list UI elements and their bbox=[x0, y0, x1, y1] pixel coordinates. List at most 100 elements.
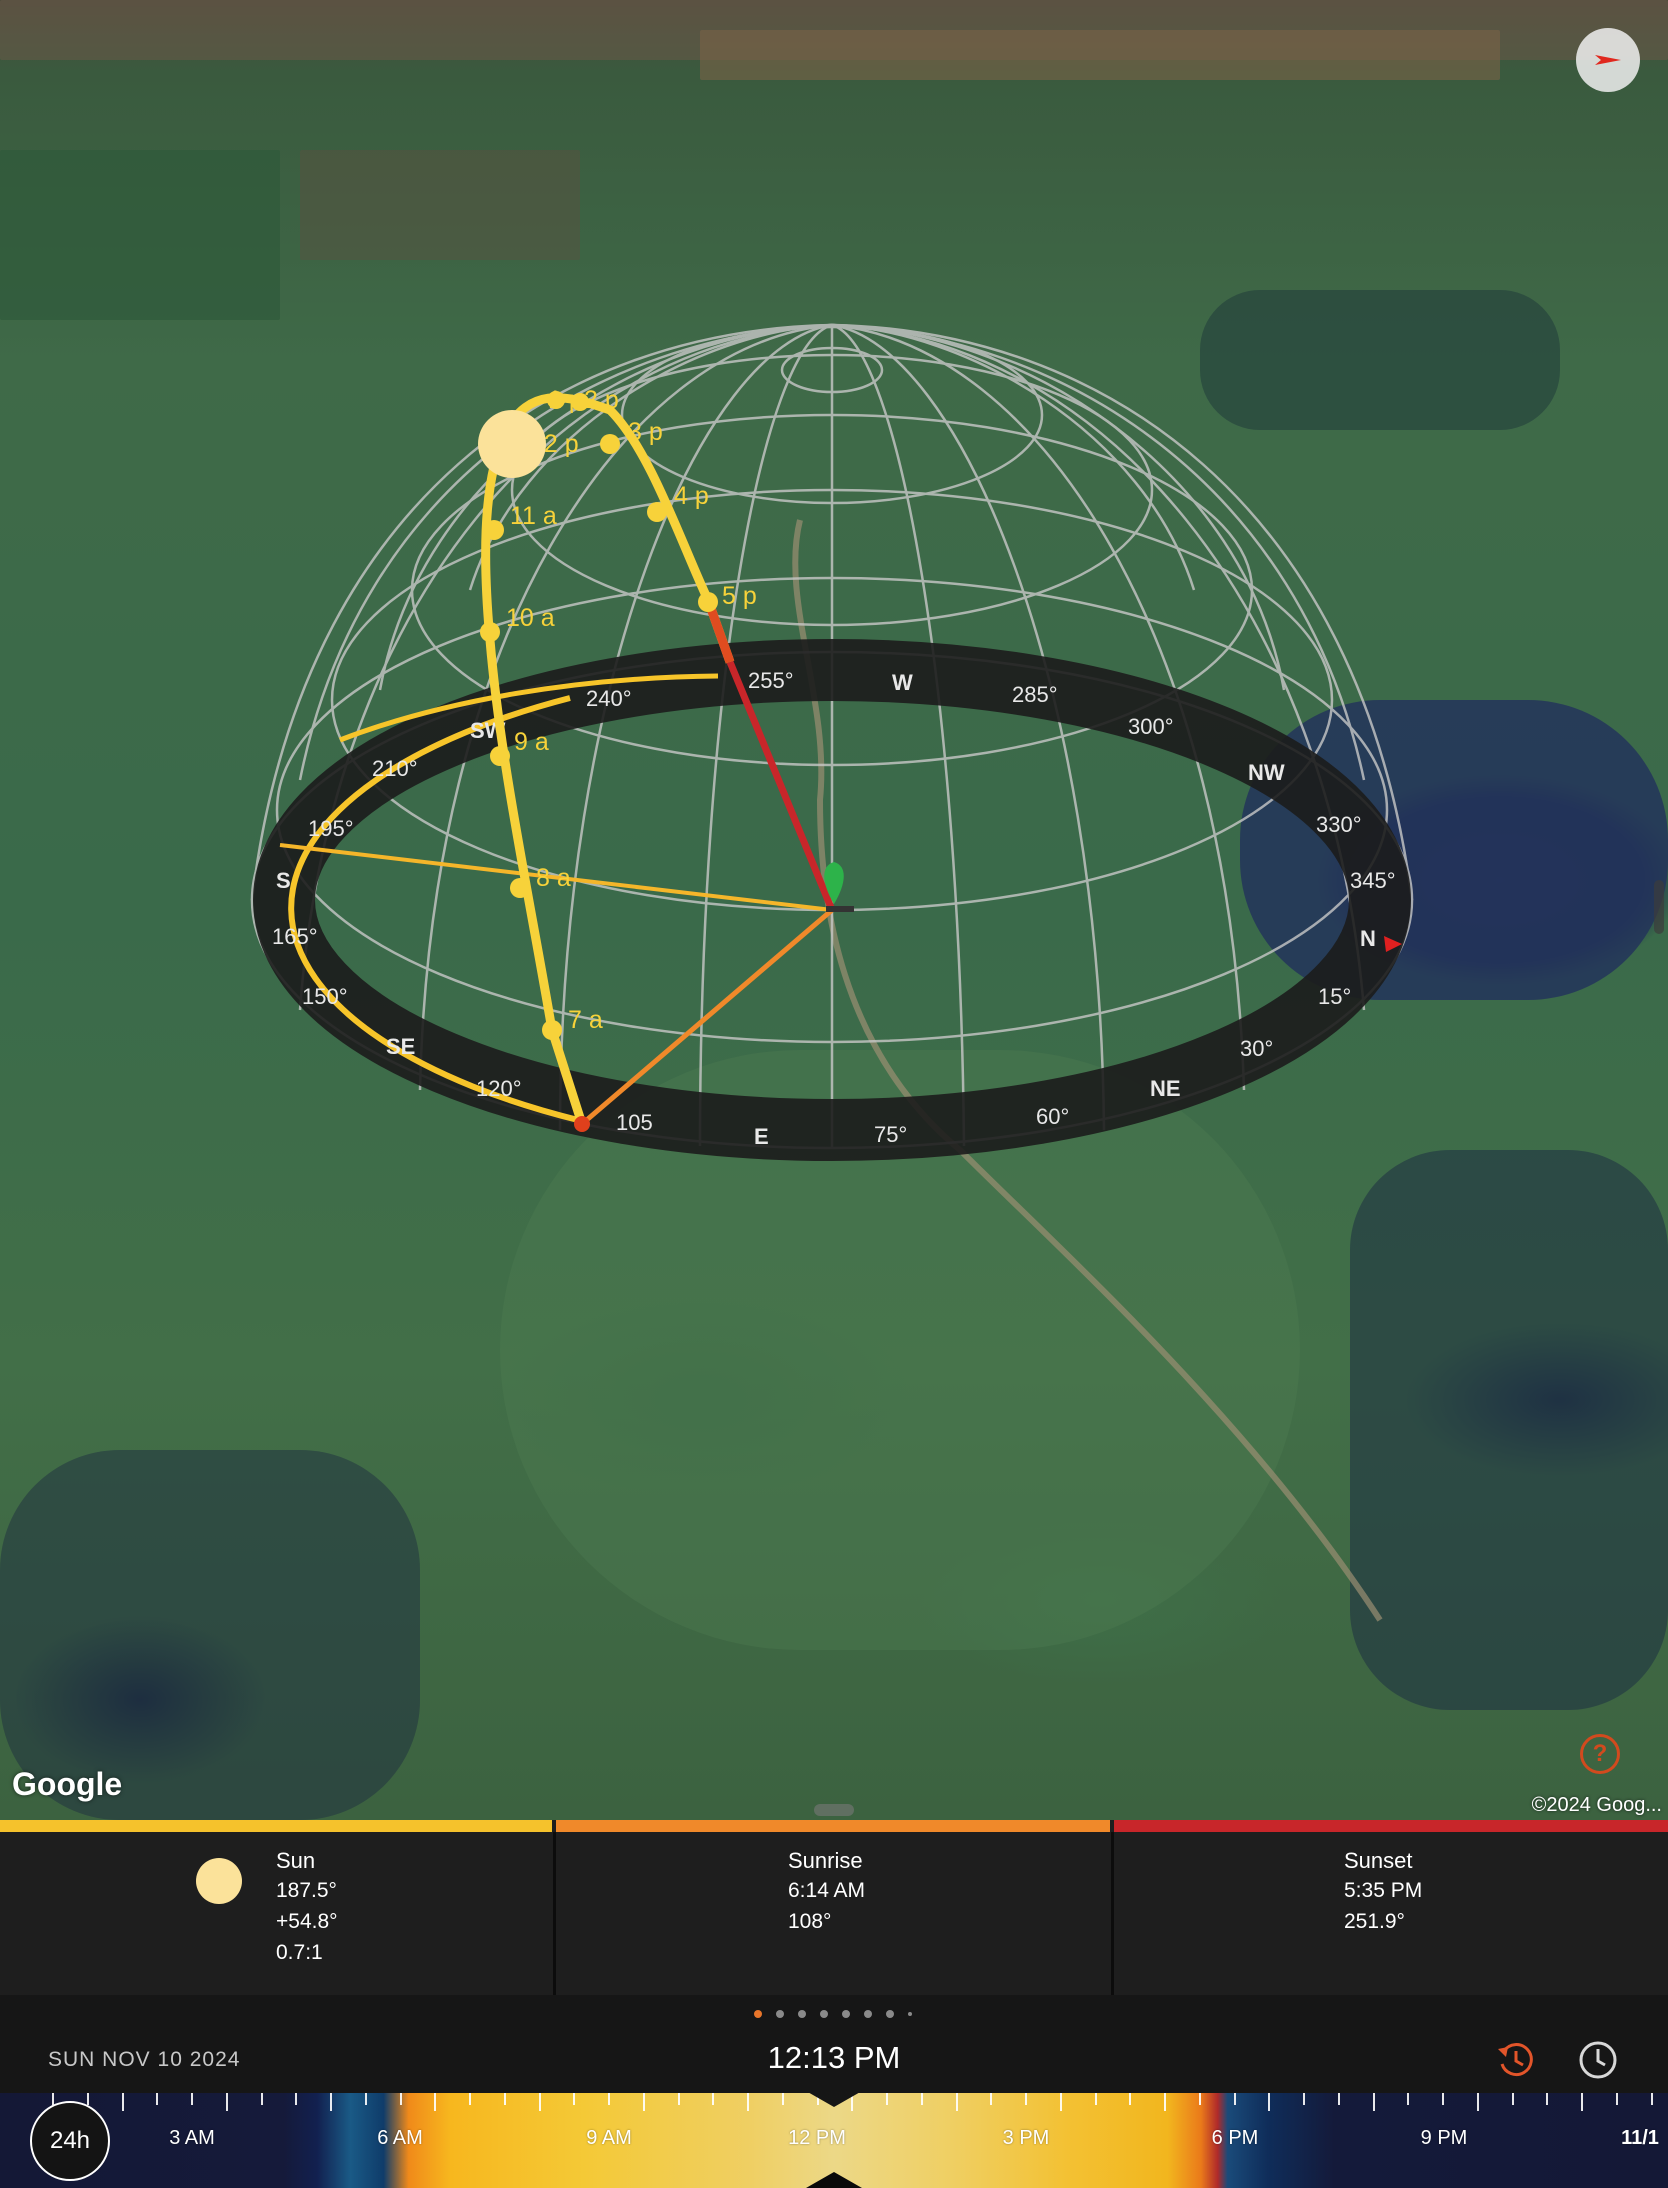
hour-label: 10 a bbox=[506, 604, 555, 632]
sunrise-color-bar bbox=[556, 1820, 1110, 1832]
timeline-label: 9 AM bbox=[586, 2127, 632, 2149]
hour-label: 4 p bbox=[674, 482, 709, 510]
compass-label: NW bbox=[1248, 760, 1285, 785]
satellite-map[interactable]: 255° W 285° 300° NW 330° 345° N 15° 30° … bbox=[0, 0, 1668, 1820]
shadow-ratio: 0.7:1 bbox=[276, 1941, 323, 1964]
timeline-tick bbox=[1511, 2093, 1514, 2105]
timeline-tick bbox=[86, 2093, 89, 2105]
timeline-tick bbox=[1025, 2093, 1027, 2105]
compass-label: 165° bbox=[272, 924, 318, 949]
clock-icon bbox=[1579, 2041, 1617, 2079]
hour-label: 1 p bbox=[548, 386, 583, 414]
compass-label: 210° bbox=[372, 756, 418, 781]
timeline-tick bbox=[156, 2093, 159, 2105]
timeline-tick bbox=[1337, 2093, 1340, 2105]
page-dot bbox=[820, 2010, 828, 2018]
reset-time-button[interactable] bbox=[1494, 2038, 1538, 2082]
timeline-tick bbox=[677, 2093, 680, 2105]
timeline-tick bbox=[1476, 2093, 1479, 2111]
timeline-tick bbox=[1303, 2093, 1305, 2105]
sun-icon bbox=[196, 1858, 242, 1904]
timeline-label: 6 PM bbox=[1211, 2127, 1259, 2149]
sun-seeker-app: 255° W 285° 300° NW 330° 345° N 15° 30° … bbox=[0, 0, 1668, 2188]
hour-label: 9 a bbox=[514, 728, 549, 756]
sun-info-card[interactable]: Sun 187.5° +54.8° 0.7:1 bbox=[0, 1832, 556, 1995]
compass-label: 300° bbox=[1128, 714, 1174, 739]
timeline-label: 6 AM bbox=[377, 2127, 423, 2149]
page-dot bbox=[754, 2010, 762, 2018]
timeline-tick bbox=[1059, 2093, 1062, 2111]
compass-label: 195° bbox=[308, 816, 354, 841]
sun-path-overlay: 255° W 285° 300° NW 330° 345° N 15° 30° … bbox=[250, 323, 1414, 1622]
direction-button[interactable] bbox=[1576, 28, 1640, 92]
sunrise-info-card[interactable]: Sunrise 6:14 AM 108° bbox=[556, 1832, 1114, 1995]
timeline-tick bbox=[191, 2093, 193, 2105]
timeline-tick bbox=[886, 2093, 888, 2105]
page-dot bbox=[798, 2010, 806, 2018]
timeline-tick bbox=[1372, 2093, 1375, 2111]
page-dot bbox=[908, 2012, 912, 2016]
compass-label: 150° bbox=[302, 984, 348, 1009]
sun-elevation: +54.8° bbox=[276, 1910, 338, 1933]
timeline-tick bbox=[538, 2093, 541, 2111]
sun-title: Sun bbox=[276, 1848, 316, 1873]
compass-label: SE bbox=[386, 1034, 415, 1059]
timeline-label: 12 PM bbox=[788, 2127, 846, 2149]
timeline-tick bbox=[1164, 2093, 1166, 2111]
sunrise-time: 6:14 AM bbox=[788, 1879, 866, 1902]
clock-button[interactable] bbox=[1576, 2038, 1620, 2082]
navigation-arrow-icon bbox=[1595, 55, 1621, 65]
sunrise-point bbox=[574, 1116, 590, 1132]
hour-label: 5 p bbox=[722, 582, 757, 610]
timeline-tick bbox=[364, 2093, 367, 2105]
timeline-tick bbox=[712, 2093, 715, 2105]
timeline-tick bbox=[330, 2093, 332, 2111]
timeline-tick bbox=[503, 2093, 506, 2105]
current-time-pointer-bottom bbox=[806, 2172, 862, 2188]
compass-label: S bbox=[276, 868, 291, 893]
sunrise-title: Sunrise bbox=[788, 1848, 863, 1873]
side-panel-handle[interactable] bbox=[1654, 880, 1664, 934]
sunset-color-bar bbox=[1114, 1820, 1668, 1832]
compass-label: 105 bbox=[616, 1110, 653, 1135]
timeline-tick bbox=[399, 2093, 402, 2105]
help-button[interactable]: ? bbox=[1580, 1734, 1620, 1774]
compass-label: 240° bbox=[586, 686, 632, 711]
timeline-tick bbox=[781, 2093, 784, 2105]
timeline-label: 9 PM bbox=[1420, 2127, 1468, 2149]
sunset-time: 5:35 PM bbox=[1344, 1879, 1423, 1902]
current-time-pointer bbox=[806, 2091, 862, 2107]
page-dot bbox=[776, 2010, 784, 2018]
sunset-title: Sunset bbox=[1344, 1848, 1413, 1873]
timeline-tick bbox=[990, 2093, 993, 2105]
timeline-tick bbox=[1094, 2093, 1097, 2105]
timeline-tick bbox=[260, 2093, 263, 2105]
compass-label: 30° bbox=[1240, 1036, 1273, 1061]
sunrise-line bbox=[580, 908, 834, 1126]
hour-label: 8 a bbox=[536, 864, 571, 892]
hour-label: 2 p bbox=[584, 386, 619, 414]
timeline-tick bbox=[608, 2093, 610, 2105]
24h-toggle-button[interactable]: 24h bbox=[30, 2101, 110, 2181]
hour-label: 7 a bbox=[568, 1006, 603, 1034]
compass-label: E bbox=[754, 1124, 769, 1149]
compass-label: 330° bbox=[1316, 812, 1362, 837]
compass-label: 15° bbox=[1318, 984, 1351, 1009]
timeline-tick bbox=[920, 2093, 923, 2105]
sunrise-azimuth: 108° bbox=[788, 1910, 832, 1933]
timeline-tick bbox=[1268, 2093, 1271, 2111]
timeline-tick bbox=[295, 2093, 298, 2105]
compass-label: 60° bbox=[1036, 1104, 1069, 1129]
sun-marker bbox=[478, 410, 546, 478]
date-label[interactable]: SUN NOV 10 2024 bbox=[48, 2048, 240, 2072]
page-dot bbox=[886, 2010, 894, 2018]
compass-label: 285° bbox=[1012, 682, 1058, 707]
sunset-info-card[interactable]: Sunset 5:35 PM 251.9° bbox=[1114, 1832, 1668, 1995]
page-dot bbox=[864, 2010, 872, 2018]
hour-label: 3 p bbox=[628, 418, 663, 446]
timeline-tick bbox=[1198, 2093, 1201, 2105]
panel-drag-handle[interactable] bbox=[814, 1804, 854, 1816]
time-label[interactable]: 12:13 PM bbox=[700, 2040, 968, 2076]
timeline-tick bbox=[747, 2093, 749, 2111]
page-dot bbox=[842, 2010, 850, 2018]
